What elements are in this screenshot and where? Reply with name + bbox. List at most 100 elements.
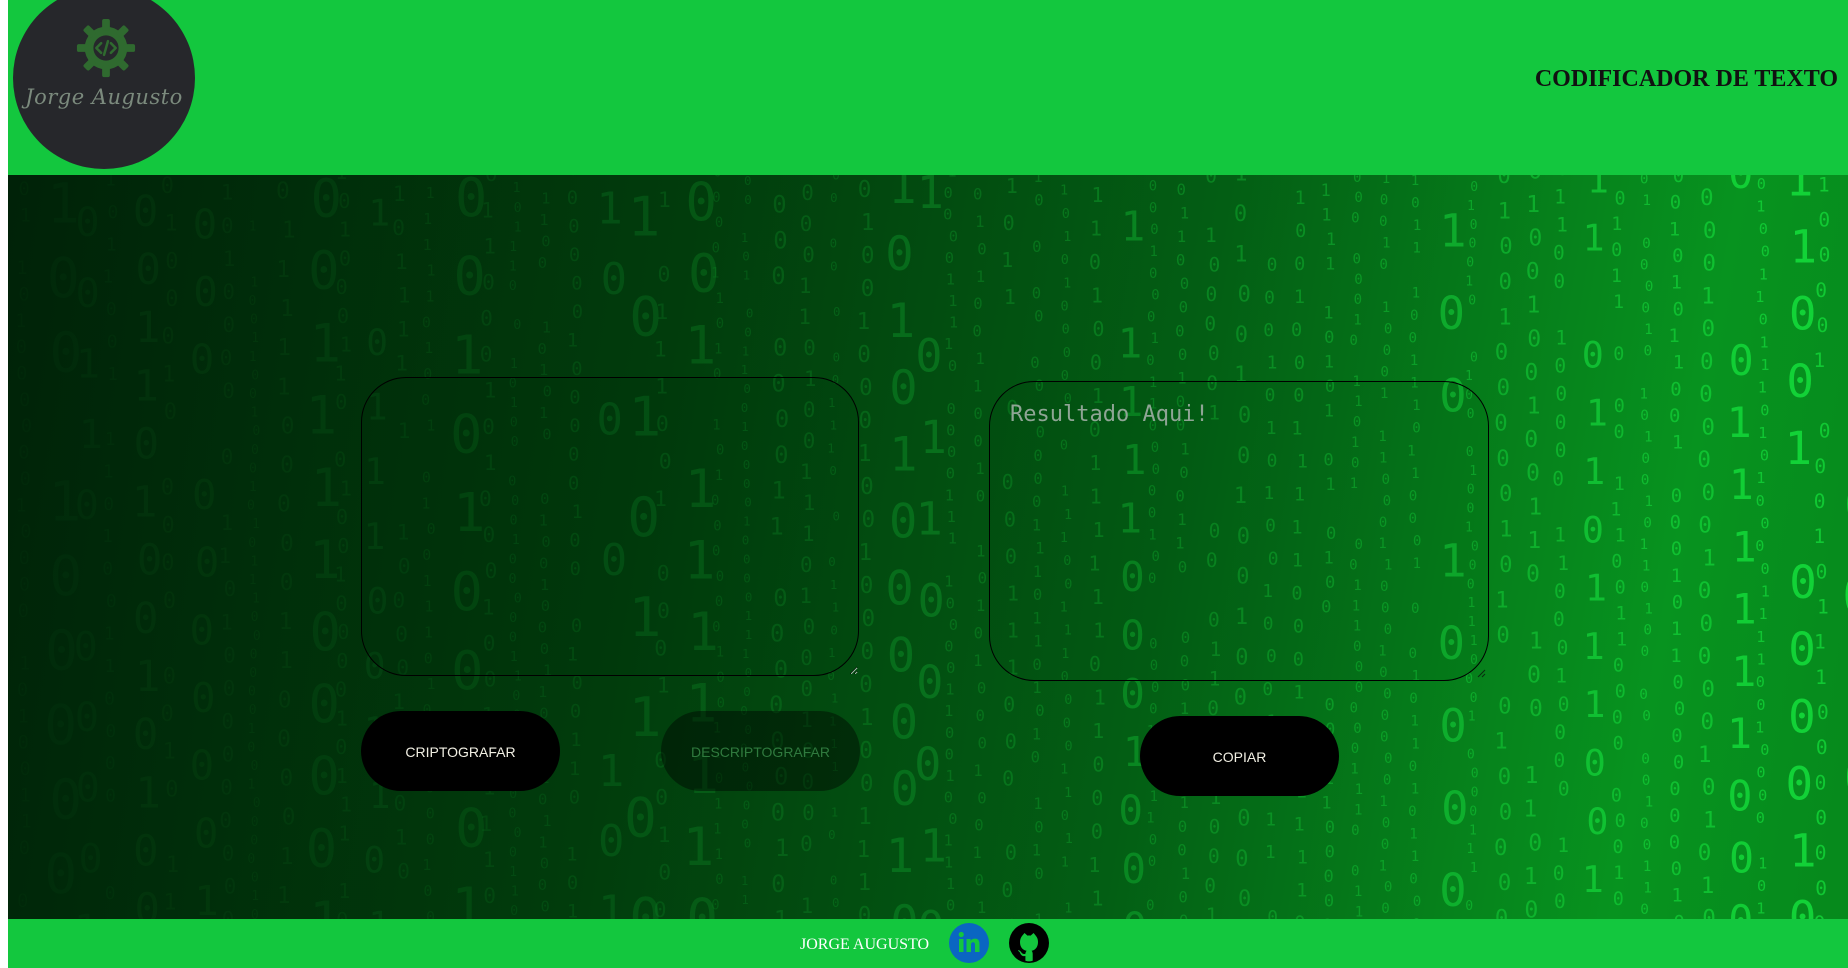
binary-digit: 0 — [1471, 785, 1479, 800]
binary-digit: 1 — [423, 210, 432, 228]
binary-digit: 0 — [1035, 702, 1044, 720]
binary-digit: 0 — [193, 268, 218, 316]
binary-digit: 0 — [17, 891, 28, 912]
binary-digit: 1 — [1786, 175, 1814, 206]
binary-digit: 1 — [1234, 175, 1247, 187]
binary-digit: 0 — [1756, 673, 1765, 691]
binary-digit: 1 — [1610, 500, 1621, 521]
encrypt-button[interactable]: CRIPTOGRAFAR — [361, 711, 560, 791]
binary-digit: 1 — [20, 205, 31, 226]
binary-digit: 0 — [20, 469, 31, 490]
binary-digit: 1 — [279, 609, 293, 635]
binary-digit: 0 — [541, 898, 550, 916]
binary-digit: 0 — [861, 276, 875, 302]
binary-digit: 1 — [1088, 853, 1100, 877]
binary-digit: 0 — [1640, 408, 1649, 424]
binary-digit: 0 — [1034, 818, 1043, 836]
decrypt-button[interactable]: DESCRIPTOGRAFAR — [661, 711, 860, 791]
binary-digit: 0 — [1146, 898, 1154, 914]
binary-digit: 0 — [1208, 845, 1220, 868]
copy-button[interactable]: COPIAR — [1140, 716, 1339, 796]
binary-digit: 0 — [830, 259, 837, 274]
binary-digit: 0 — [1061, 175, 1069, 176]
binary-digit: 0 — [103, 494, 114, 515]
binary-digit: 0 — [1267, 255, 1278, 276]
binary-digit: 0 — [20, 522, 31, 543]
binary-digit: 0 — [1613, 733, 1624, 754]
linkedin-icon[interactable] — [949, 923, 989, 963]
binary-digit: 1 — [514, 175, 522, 177]
binary-digit: 1 — [1701, 283, 1715, 309]
binary-digit: 0 — [978, 733, 987, 752]
binary-digit: 0 — [1497, 375, 1510, 401]
binary-digit: 0 — [1381, 837, 1390, 853]
binary-digit: 0 — [250, 647, 258, 662]
binary-digit: 0 — [1615, 811, 1626, 832]
binary-digit: 1 — [133, 361, 159, 411]
binary-digit: 0 — [1728, 896, 1753, 919]
binary-digit: 0 — [19, 390, 30, 411]
binary-digit: 0 — [1264, 287, 1275, 308]
binary-digit: 0 — [1494, 835, 1507, 861]
binary-digit: 1 — [510, 357, 518, 372]
binary-digit: 0 — [859, 738, 873, 764]
binary-digit: 1 — [132, 478, 158, 528]
binary-digit: 1 — [1813, 525, 1825, 548]
binary-digit: 0 — [337, 620, 349, 644]
binary-digit: 1 — [1644, 322, 1653, 338]
github-icon[interactable] — [1009, 923, 1049, 963]
binary-digit: 1 — [1181, 864, 1190, 883]
binary-digit: 1 — [1065, 831, 1073, 847]
binary-digit: 0 — [253, 796, 261, 811]
binary-digit: 1 — [542, 812, 551, 830]
binary-digit: 1 — [1151, 331, 1159, 347]
binary-digit: 0 — [1408, 804, 1417, 820]
binary-digit: 0 — [311, 175, 342, 230]
binary-digit: 0 — [1702, 251, 1716, 277]
binary-digit: 0 — [1465, 899, 1473, 914]
binary-digit: 0 — [1527, 661, 1541, 688]
binary-digit: 0 — [885, 227, 913, 282]
binary-digit: 0 — [1380, 730, 1389, 746]
binary-digit: 1 — [1613, 863, 1624, 884]
binary-digit: 1 — [1296, 175, 1307, 176]
binary-digit: 1 — [251, 331, 259, 346]
resize-grip-icon[interactable] — [1477, 669, 1486, 678]
binary-digit: 1 — [741, 362, 749, 377]
binary-digit: 0 — [658, 263, 671, 288]
binary-digit: 1 — [741, 873, 749, 888]
binary-digit: 0 — [658, 861, 671, 886]
logo[interactable]: Jorge Augusto — [13, 0, 195, 169]
page: Jorge Augusto CODIFICADOR DE TEXTO 00110… — [8, 0, 1848, 968]
binary-digit: 1 — [858, 441, 872, 467]
binary-digit: 0 — [220, 346, 233, 370]
binary-digit: 1 — [1727, 709, 1752, 758]
binary-digit: 0 — [1697, 175, 1711, 178]
binary-digit: 0 — [1062, 322, 1070, 338]
binary-digit: 1 — [483, 233, 496, 258]
binary-digit: 0 — [251, 908, 259, 919]
binary-digit: 1 — [1379, 794, 1388, 810]
binary-digit: 0 — [1553, 862, 1565, 885]
binary-digit: 0 — [1383, 343, 1392, 359]
output-area[interactable]: Resultado Aqui! — [989, 381, 1489, 681]
binary-digit: 1 — [566, 844, 577, 865]
binary-digit: 1 — [1412, 240, 1421, 256]
binary-digit: 1 — [1034, 911, 1043, 919]
binary-digit: 0 — [1641, 451, 1650, 467]
binary-digit: 0 — [105, 786, 116, 807]
binary-digit: 1 — [860, 705, 874, 731]
binary-digit: 0 — [974, 175, 983, 176]
binary-digit: 0 — [917, 901, 944, 919]
binary-digit: 0 — [165, 287, 178, 312]
binary-digit: 0 — [833, 304, 840, 319]
binary-digit: 0 — [685, 175, 717, 234]
binary-digit: 0 — [105, 721, 116, 742]
binary-digit: 0 — [1758, 786, 1767, 804]
binary-digit: 0 — [1582, 333, 1604, 376]
binary-digit: 0 — [1698, 644, 1712, 670]
input-textarea[interactable] — [361, 377, 859, 676]
binary-digit: 0 — [1409, 759, 1418, 775]
binary-digit: 0 — [1698, 513, 1712, 539]
binary-digit: 1 — [194, 877, 219, 919]
